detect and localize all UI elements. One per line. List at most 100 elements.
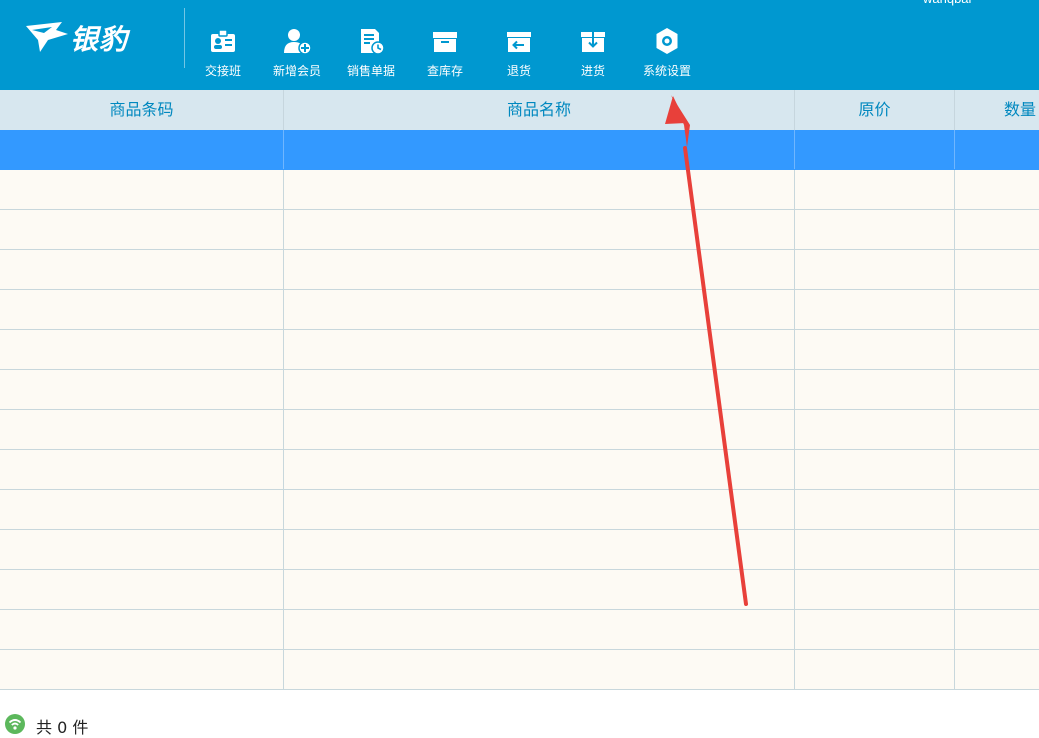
cell-barcode[interactable] (0, 530, 284, 569)
table-row[interactable] (0, 130, 1039, 170)
wifi-connection-icon (5, 714, 25, 734)
handover-button[interactable]: 交接班 (186, 22, 260, 82)
cell-product-name[interactable] (284, 250, 795, 289)
cell-barcode[interactable] (0, 330, 284, 369)
table-row[interactable] (0, 210, 1039, 250)
cell-product-name[interactable] (284, 290, 795, 329)
cell-barcode[interactable] (0, 450, 284, 489)
cell-original-price[interactable] (795, 530, 955, 569)
table-row[interactable] (0, 650, 1039, 690)
check-inventory-button[interactable]: 查库存 (408, 22, 482, 82)
cell-original-price[interactable] (795, 370, 955, 409)
cell-original-price[interactable] (795, 170, 955, 209)
table-row[interactable] (0, 450, 1039, 490)
top-toolbar: wanqbai 银豹 交接班 新增会员 (0, 0, 1039, 90)
add-member-button[interactable]: 新增会员 (260, 22, 334, 82)
cell-barcode[interactable] (0, 410, 284, 449)
cell-product-name[interactable] (284, 170, 795, 209)
cell-original-price[interactable] (795, 290, 955, 329)
status-footer: 共 0 件 (0, 700, 1039, 737)
cell-product-name[interactable] (284, 130, 795, 169)
cell-quantity[interactable] (955, 570, 1039, 609)
cell-barcode[interactable] (0, 650, 284, 689)
item-count: 共 0 件 (36, 718, 89, 737)
add-member-icon (284, 29, 312, 55)
cell-barcode[interactable] (0, 490, 284, 529)
system-settings-button[interactable]: 系统设置 (630, 22, 704, 82)
cell-original-price[interactable] (795, 210, 955, 249)
cell-original-price[interactable] (795, 490, 955, 529)
table-row[interactable] (0, 330, 1039, 370)
cell-original-price[interactable] (795, 570, 955, 609)
cell-original-price[interactable] (795, 250, 955, 289)
table-row[interactable] (0, 490, 1039, 530)
cell-product-name[interactable] (284, 490, 795, 529)
table-row[interactable] (0, 290, 1039, 330)
table-row[interactable] (0, 530, 1039, 570)
table-row[interactable] (0, 610, 1039, 650)
column-header-product-name[interactable]: 商品名称 (284, 90, 795, 130)
cell-product-name[interactable] (284, 330, 795, 369)
gear-icon (656, 28, 678, 54)
cell-original-price[interactable] (795, 330, 955, 369)
return-goods-label: 退货 (506, 64, 531, 78)
return-goods-icon (507, 32, 531, 52)
cell-quantity[interactable] (955, 170, 1039, 209)
table-row[interactable] (0, 570, 1039, 610)
cell-original-price[interactable] (795, 650, 955, 689)
cell-original-price[interactable] (795, 410, 955, 449)
cell-quantity[interactable] (955, 210, 1039, 249)
cell-quantity[interactable] (955, 410, 1039, 449)
cell-barcode[interactable] (0, 210, 284, 249)
column-header-original-price[interactable]: 原价 (795, 90, 955, 130)
toolbar-divider (184, 8, 185, 68)
cell-quantity[interactable] (955, 290, 1039, 329)
cell-quantity[interactable] (955, 530, 1039, 569)
cell-quantity[interactable] (955, 610, 1039, 649)
purchase-goods-icon (581, 32, 605, 52)
product-table-body (0, 130, 1039, 690)
cell-barcode[interactable] (0, 250, 284, 289)
cell-product-name[interactable] (284, 210, 795, 249)
cell-barcode[interactable] (0, 570, 284, 609)
column-header-barcode[interactable]: 商品条码 (0, 90, 284, 130)
cell-original-price[interactable] (795, 130, 955, 169)
cell-quantity[interactable] (955, 370, 1039, 409)
cell-quantity[interactable] (955, 330, 1039, 369)
cell-quantity[interactable] (955, 650, 1039, 689)
cell-product-name[interactable] (284, 570, 795, 609)
cell-original-price[interactable] (795, 610, 955, 649)
cell-product-name[interactable] (284, 530, 795, 569)
check-inventory-label: 查库存 (426, 64, 463, 78)
purchase-goods-button[interactable]: 进货 (556, 22, 630, 82)
table-row[interactable] (0, 250, 1039, 290)
cell-quantity[interactable] (955, 450, 1039, 489)
sales-receipt-button[interactable]: 销售单据 (334, 22, 408, 82)
cell-barcode[interactable] (0, 130, 284, 169)
table-row[interactable] (0, 170, 1039, 210)
cell-barcode[interactable] (0, 290, 284, 329)
product-table-header: 商品条码 商品名称 原价 数量 (0, 90, 1039, 130)
inventory-box-icon (433, 32, 457, 52)
cell-product-name[interactable] (284, 650, 795, 689)
cell-product-name[interactable] (284, 450, 795, 489)
cell-product-name[interactable] (284, 410, 795, 449)
cell-quantity[interactable] (955, 250, 1039, 289)
table-row[interactable] (0, 410, 1039, 450)
cell-original-price[interactable] (795, 450, 955, 489)
column-header-quantity[interactable]: 数量 (955, 90, 1039, 130)
return-goods-button[interactable]: 退货 (482, 22, 556, 82)
handover-icon (211, 29, 235, 52)
sales-receipt-label: 销售单据 (346, 64, 395, 78)
system-settings-label: 系统设置 (642, 64, 691, 78)
current-user: wanqbai (923, 0, 971, 6)
cell-product-name[interactable] (284, 610, 795, 649)
table-row[interactable] (0, 370, 1039, 410)
cell-barcode[interactable] (0, 170, 284, 209)
cell-quantity[interactable] (955, 130, 1039, 169)
cell-barcode[interactable] (0, 610, 284, 649)
cell-product-name[interactable] (284, 370, 795, 409)
cell-quantity[interactable] (955, 490, 1039, 529)
cell-barcode[interactable] (0, 370, 284, 409)
add-member-label: 新增会员 (272, 64, 321, 78)
